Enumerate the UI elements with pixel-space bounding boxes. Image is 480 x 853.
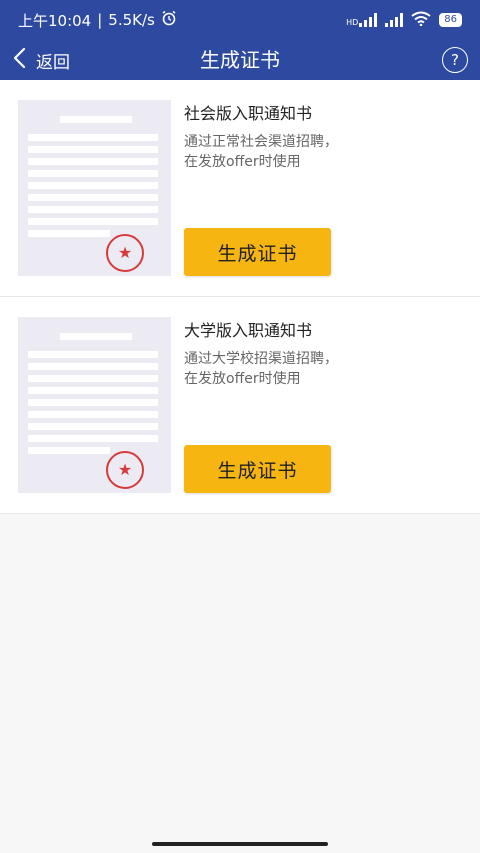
generate-certificate-button[interactable]: 生成证书 [184,445,331,493]
nav-bar: 返回 生成证书 ? [0,40,480,80]
card-title: 大学版入职通知书 [184,321,313,340]
certificate-thumbnail: ★ [18,100,171,276]
home-indicator[interactable] [152,842,328,846]
card-desc-line-1: 通过大学校招渠道招聘， [184,351,338,367]
signal-icon-2 [385,13,404,27]
status-bar: 上午10:04 | 5.5K/s HD 86 [0,0,480,40]
hd-label: HD [346,18,359,27]
alarm-icon [161,10,177,30]
status-time: 上午10:04 [18,11,92,30]
card-desc-line-2: 在发放offer时使用 [184,371,301,387]
status-left: 上午10:04 | 5.5K/s [18,10,177,31]
help-button[interactable]: ? [442,47,468,73]
back-button[interactable]: 返回 [12,40,70,80]
certificate-thumbnail: ★ [18,317,171,493]
signal-icon: HD [346,13,378,27]
wifi-icon [411,11,431,30]
card-title: 社会版入职通知书 [184,104,313,123]
certificate-card-university: ★ 大学版入职通知书 通过大学校招渠道招聘， 在发放offer时使用 生成证书 [0,297,480,514]
card-description: 通过正常社会渠道招聘， 在发放offer时使用 [184,132,394,172]
card-desc-line-1: 通过正常社会渠道招聘， [184,134,338,150]
chevron-left-icon [12,47,26,74]
back-label: 返回 [36,52,70,73]
page-title: 生成证书 [200,48,280,72]
card-desc-line-2: 在发放offer时使用 [184,154,301,170]
seal-stamp-icon: ★ [106,234,144,272]
status-separator: | [97,11,103,29]
battery-icon: 86 [439,13,462,27]
status-right: HD 86 [346,11,462,30]
seal-stamp-icon: ★ [106,451,144,489]
certificate-card-social: ★ 社会版入职通知书 通过正常社会渠道招聘， 在发放offer时使用 生成证书 [0,80,480,297]
network-speed: 5.5K/s [108,11,155,29]
card-description: 通过大学校招渠道招聘， 在发放offer时使用 [184,349,394,389]
generate-certificate-button[interactable]: 生成证书 [184,228,331,276]
certificate-list: ★ 社会版入职通知书 通过正常社会渠道招聘， 在发放offer时使用 生成证书 … [0,80,480,514]
